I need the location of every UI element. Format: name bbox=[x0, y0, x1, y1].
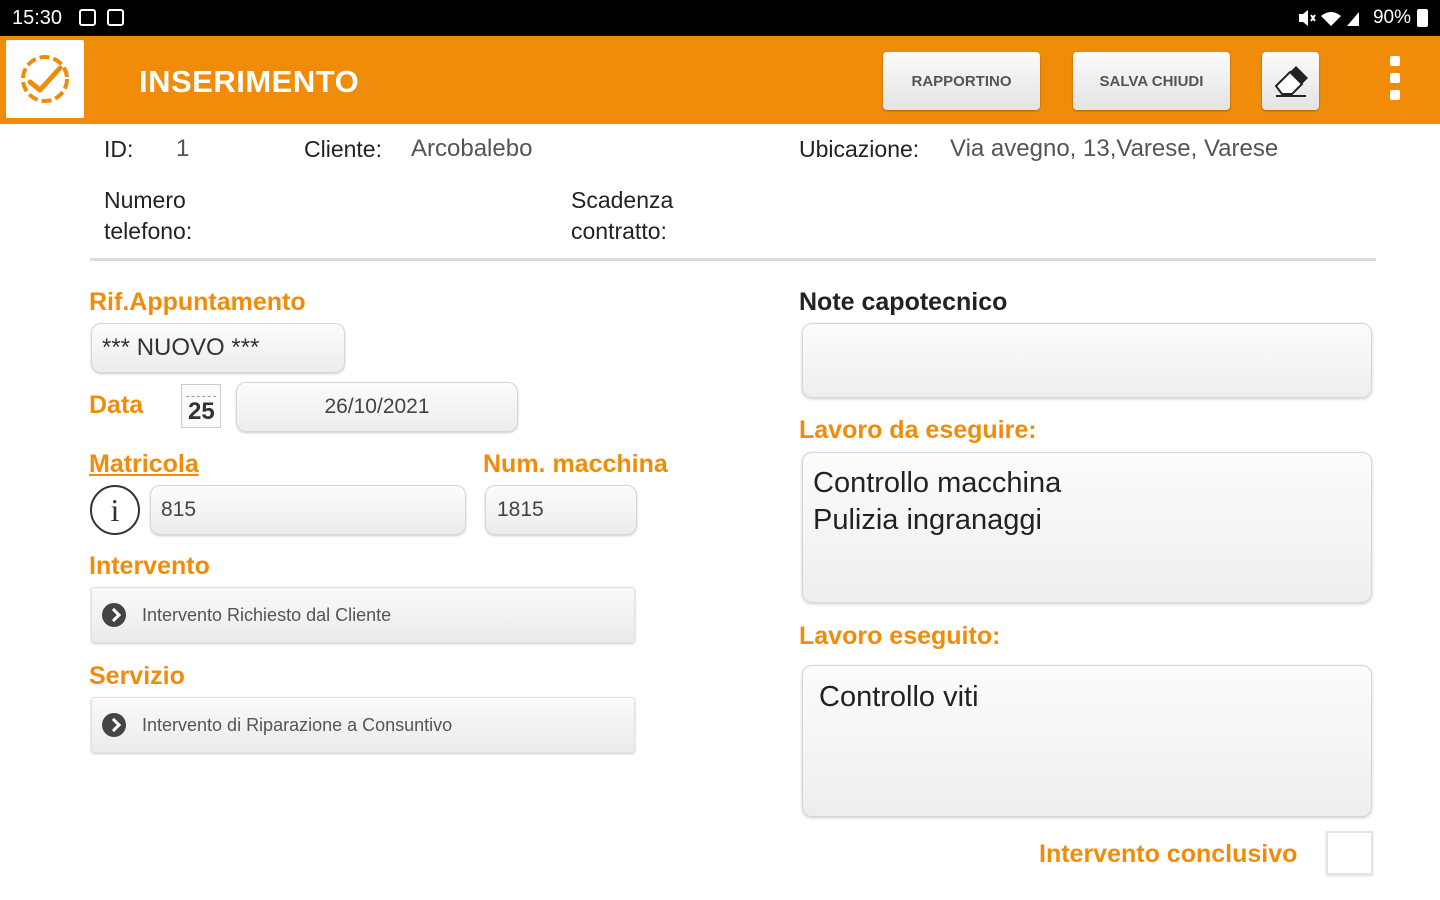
lavoro-da-line-2: Pulizia ingranaggi bbox=[813, 504, 1042, 536]
matricola-field[interactable]: 815 bbox=[150, 485, 466, 535]
rapportino-button[interactable]: RAPPORTINO bbox=[883, 52, 1040, 110]
lavoro-da-eseguire-field[interactable]: Controllo macchina Pulizia ingranaggi bbox=[802, 452, 1372, 603]
app-notification-icon bbox=[107, 9, 124, 26]
battery-percent: 90% bbox=[1372, 7, 1411, 28]
intervento-label: Intervento bbox=[89, 552, 210, 580]
intervento-select[interactable]: Intervento Richiesto dal Cliente bbox=[91, 587, 635, 643]
data-field[interactable]: 26/10/2021 bbox=[236, 382, 518, 432]
cliente-label: Cliente: bbox=[304, 136, 382, 162]
ubicazione-label: Ubicazione: bbox=[799, 136, 920, 162]
salva-chiudi-button[interactable]: SALVA CHIUDI bbox=[1073, 52, 1230, 110]
rif-appuntamento-field[interactable]: *** NUOVO *** bbox=[91, 323, 345, 373]
calendar-day: 25 bbox=[188, 398, 215, 425]
servizio-select[interactable]: Intervento di Riparazione a Consuntivo bbox=[91, 697, 635, 753]
scadenza-label-line1: Scadenza bbox=[571, 187, 674, 213]
note-capotecnico-label: Note capotecnico bbox=[799, 288, 1008, 316]
telefono-label-line2: telefono: bbox=[104, 218, 193, 244]
cliente-value: Arcobalebo bbox=[411, 135, 533, 162]
battery-icon bbox=[1417, 9, 1428, 27]
gallery-notification-icon bbox=[79, 9, 96, 26]
intervento-conclusivo-label: Intervento conclusivo bbox=[1039, 840, 1298, 868]
connectivity-icons bbox=[1298, 10, 1359, 26]
eraser-icon bbox=[1274, 66, 1308, 97]
matricola-label[interactable]: Matricola bbox=[89, 450, 199, 479]
servizio-value: Intervento di Riparazione a Consuntivo bbox=[142, 714, 453, 735]
note-capotecnico-field[interactable] bbox=[802, 323, 1372, 398]
header-divider bbox=[90, 258, 1376, 261]
id-value: 1 bbox=[176, 135, 190, 162]
lavoro-eseguito-field[interactable]: Controllo viti bbox=[802, 665, 1372, 817]
num-macchina-field[interactable]: 1815 bbox=[485, 485, 637, 535]
scadenza-label-line2: contratto: bbox=[571, 218, 667, 244]
telefono-label-line1: Numero bbox=[104, 187, 186, 213]
chevron-right-icon bbox=[102, 603, 126, 627]
num-macchina-label: Num. macchina bbox=[483, 450, 668, 478]
page-title: INSERIMENTO bbox=[139, 64, 360, 99]
info-icon[interactable]: i bbox=[90, 485, 140, 535]
chevron-right-icon bbox=[102, 713, 126, 737]
lavoro-eseguito-value: Controllo viti bbox=[819, 681, 979, 713]
status-right: 90% bbox=[1297, 7, 1428, 29]
status-bar: 15:30 90% bbox=[0, 0, 1440, 36]
lavoro-eseguito-label: Lavoro eseguito: bbox=[799, 622, 1001, 650]
more-vert-icon[interactable] bbox=[1384, 56, 1406, 106]
id-label: ID: bbox=[104, 136, 134, 162]
app-logo-icon[interactable] bbox=[6, 40, 84, 118]
lavoro-da-eseguire-label: Lavoro da eseguire: bbox=[799, 416, 1037, 444]
servizio-label: Servizio bbox=[89, 662, 185, 690]
intervento-conclusivo-checkbox[interactable] bbox=[1326, 831, 1373, 875]
data-label: Data bbox=[89, 391, 144, 419]
intervento-value: Intervento Richiesto dal Cliente bbox=[142, 604, 392, 625]
lavoro-da-line-1: Controllo macchina bbox=[813, 467, 1062, 499]
ubicazione-value: Via avegno, 13,Varese, Varese bbox=[950, 135, 1279, 162]
calendar-icon[interactable]: 25 bbox=[181, 384, 221, 428]
status-time: 15:30 bbox=[12, 7, 63, 29]
app-bar: INSERIMENTO RAPPORTINO SALVA CHIUDI bbox=[0, 36, 1440, 124]
rif-appuntamento-label: Rif.Appuntamento bbox=[89, 288, 306, 316]
eraser-button[interactable] bbox=[1262, 52, 1319, 110]
